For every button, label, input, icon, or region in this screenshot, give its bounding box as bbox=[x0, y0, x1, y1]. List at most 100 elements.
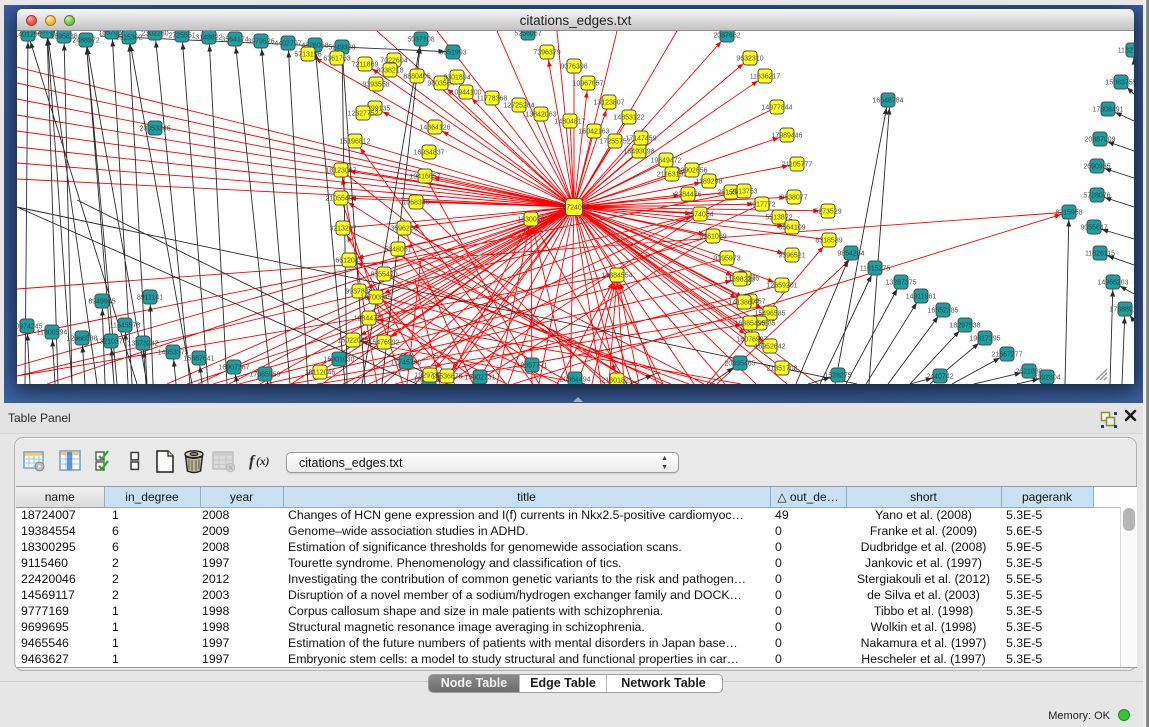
svg-text:11645578: 11645578 bbox=[110, 323, 141, 330]
svg-text:1830028: 1830028 bbox=[517, 217, 544, 224]
svg-text:9393558: 9393558 bbox=[362, 82, 389, 89]
svg-text:5037108: 5037108 bbox=[407, 37, 434, 44]
svg-text:4574084: 4574084 bbox=[686, 212, 713, 219]
svg-text:19384554: 19384554 bbox=[601, 273, 632, 280]
svg-text:12725284: 12725284 bbox=[503, 103, 534, 110]
svg-text:17147459: 17147459 bbox=[625, 136, 656, 143]
svg-text:16907367: 16907367 bbox=[218, 365, 249, 372]
svg-text:4017772: 4017772 bbox=[748, 202, 775, 209]
svg-text:11826115: 11826115 bbox=[1085, 251, 1115, 258]
svg-text:20887009: 20887009 bbox=[1084, 137, 1115, 144]
svg-text:18493098: 18493098 bbox=[623, 149, 654, 156]
svg-text:18724007: 18724007 bbox=[558, 205, 589, 212]
svg-text:9301894: 9301894 bbox=[443, 75, 470, 82]
svg-text:18952642: 18952642 bbox=[754, 344, 785, 351]
svg-text:17885959: 17885959 bbox=[249, 372, 280, 379]
svg-text:16934837: 16934837 bbox=[413, 150, 444, 157]
svg-text:6651993: 6651993 bbox=[439, 50, 466, 57]
svg-text:15196812: 15196812 bbox=[339, 139, 370, 146]
svg-text:2440742: 2440742 bbox=[926, 374, 953, 381]
svg-text:(x): (x) bbox=[256, 456, 270, 468]
svg-text:6981069: 6981069 bbox=[699, 234, 726, 241]
svg-text:8911141: 8911141 bbox=[137, 295, 163, 302]
svg-text:20864494: 20864494 bbox=[559, 377, 590, 384]
svg-text:11778368: 11778368 bbox=[477, 96, 508, 103]
svg-text:2725551: 2725551 bbox=[168, 33, 195, 40]
svg-text:3148822: 3148822 bbox=[195, 35, 222, 42]
svg-text:f: f bbox=[249, 453, 256, 470]
svg-text:20902656: 20902656 bbox=[676, 168, 707, 175]
svg-text:13210376: 13210376 bbox=[95, 339, 126, 346]
svg-text:18112046: 18112046 bbox=[305, 370, 336, 377]
svg-text:9076398: 9076398 bbox=[560, 64, 587, 71]
svg-text:16552385: 16552385 bbox=[927, 308, 958, 315]
svg-text:16901030: 16901030 bbox=[323, 357, 354, 364]
svg-text:2488972: 2488972 bbox=[72, 38, 99, 45]
svg-text:11698229: 11698229 bbox=[725, 277, 756, 284]
svg-text:1189298: 1189298 bbox=[696, 179, 723, 186]
svg-text:17989446: 17989446 bbox=[771, 133, 802, 140]
svg-text:6361763: 6361763 bbox=[323, 56, 350, 63]
svg-text:4402797: 4402797 bbox=[274, 41, 301, 48]
svg-text:13123807: 13123807 bbox=[593, 100, 624, 107]
svg-text:12666538: 12666538 bbox=[66, 336, 97, 343]
svg-text:7396379: 7396379 bbox=[533, 50, 560, 57]
svg-text:18297538: 18297538 bbox=[949, 323, 980, 330]
svg-text:11827455: 11827455 bbox=[1118, 48, 1134, 55]
svg-text:19536675: 19536675 bbox=[431, 374, 462, 381]
svg-text:19057771: 19057771 bbox=[516, 363, 547, 370]
svg-text:5848061: 5848061 bbox=[384, 247, 411, 254]
svg-text:3696266: 3696266 bbox=[390, 226, 417, 233]
svg-text:6612049: 6612049 bbox=[335, 258, 362, 265]
svg-text:17808491: 17808491 bbox=[1092, 107, 1123, 114]
svg-text:1068340: 1068340 bbox=[402, 200, 429, 207]
svg-text:18123087: 18123087 bbox=[325, 168, 356, 175]
svg-text:9596521: 9596521 bbox=[778, 253, 805, 260]
svg-text:14364126: 14364126 bbox=[419, 125, 450, 132]
svg-text:3392804: 3392804 bbox=[1033, 375, 1060, 382]
svg-text:9854284: 9854284 bbox=[837, 251, 864, 258]
svg-text:20053346: 20053346 bbox=[139, 126, 170, 133]
svg-text:14138672: 14138672 bbox=[728, 300, 759, 307]
svg-text:6664109: 6664109 bbox=[778, 225, 805, 232]
svg-text:17888914: 17888914 bbox=[1109, 307, 1134, 314]
svg-text:8355420: 8355420 bbox=[370, 272, 397, 279]
svg-text:2087662: 2087662 bbox=[713, 33, 740, 40]
svg-text:11636217: 11636217 bbox=[750, 74, 781, 81]
svg-text:14804817: 14804817 bbox=[554, 119, 585, 126]
svg-text:21055499: 21055499 bbox=[325, 196, 356, 203]
svg-text:14853122: 14853122 bbox=[613, 115, 644, 122]
svg-text:16385495: 16385495 bbox=[734, 321, 765, 328]
svg-text:8215958: 8215958 bbox=[1055, 210, 1082, 217]
svg-text:8038218: 8038218 bbox=[376, 68, 403, 75]
svg-text:15687641: 15687641 bbox=[183, 356, 214, 363]
svg-text:2513753: 2513753 bbox=[730, 189, 757, 196]
svg-text:15022045: 15022045 bbox=[337, 338, 368, 345]
svg-text:5713196: 5713196 bbox=[294, 52, 321, 59]
svg-text:19649472: 19649472 bbox=[650, 158, 681, 165]
svg-text:8318589: 8318589 bbox=[815, 238, 842, 245]
svg-text:16042163: 16042163 bbox=[578, 129, 609, 136]
svg-text:9632310: 9632310 bbox=[736, 56, 763, 63]
svg-text:10967657: 10967657 bbox=[572, 81, 603, 88]
svg-text:12844711: 12844711 bbox=[354, 316, 385, 323]
svg-text:19902731: 19902731 bbox=[464, 375, 495, 382]
svg-text:9395973: 9395973 bbox=[713, 256, 740, 263]
svg-text:10700835: 10700835 bbox=[360, 295, 391, 302]
svg-text:2384476: 2384476 bbox=[674, 192, 701, 199]
svg-text:1528275: 1528275 bbox=[824, 373, 851, 380]
svg-text:12659201: 12659201 bbox=[766, 283, 797, 290]
svg-text:16648784: 16648784 bbox=[872, 98, 903, 105]
svg-text:21301821: 21301821 bbox=[601, 378, 632, 384]
svg-text:12327752: 12327752 bbox=[347, 111, 378, 118]
svg-text:3213207: 3213207 bbox=[329, 226, 356, 233]
svg-text:7211869: 7211869 bbox=[352, 62, 379, 69]
svg-text:15476992: 15476992 bbox=[368, 340, 399, 347]
svg-text:5273529: 5273529 bbox=[814, 209, 841, 216]
svg-text:14977844: 14977844 bbox=[761, 105, 792, 112]
svg-text:19817395: 19817395 bbox=[969, 336, 1000, 343]
svg-text:3538077: 3538077 bbox=[780, 195, 807, 202]
svg-text:14911961: 14911961 bbox=[906, 294, 937, 301]
svg-text:13842063: 13842063 bbox=[525, 112, 556, 119]
svg-text:8880405: 8880405 bbox=[403, 74, 430, 81]
